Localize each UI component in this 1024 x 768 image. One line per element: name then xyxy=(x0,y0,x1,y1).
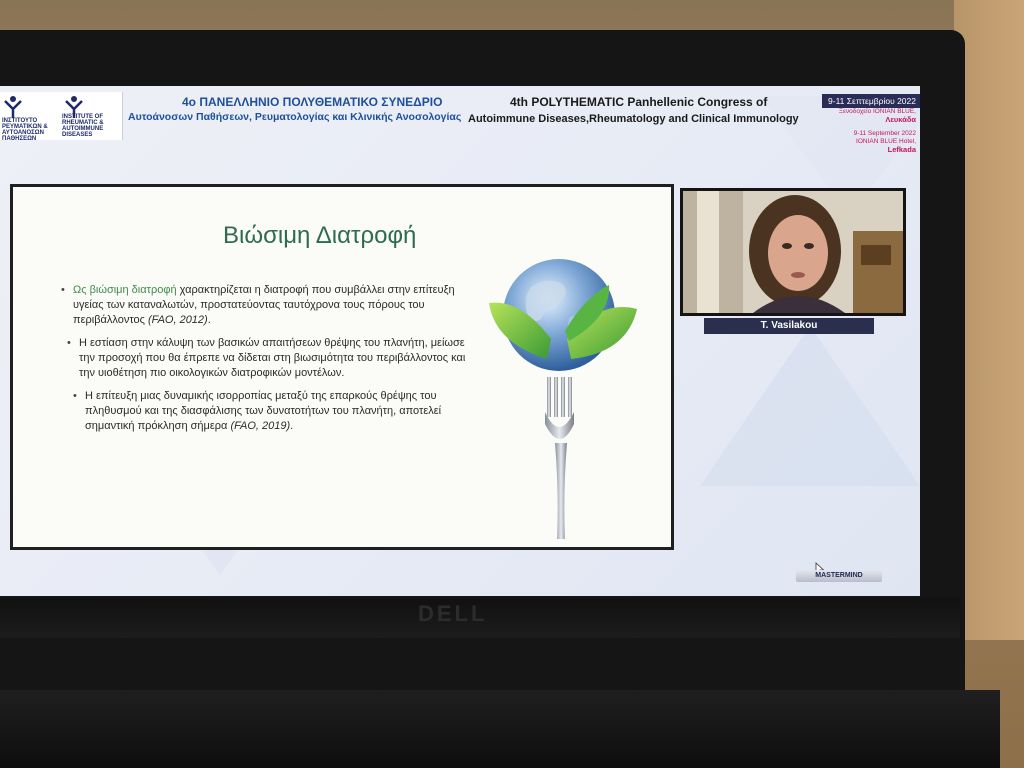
congress-subtitle-greek: Αυτοάνοσων Παθήσεων, Ρευματολογίας και Κ… xyxy=(128,111,462,123)
city-greek: Λευκάδα xyxy=(885,115,916,124)
shared-slide: Βιώσιμη Διατροφή Ως βιώσιμη διατροφή χαρ… xyxy=(10,184,674,550)
bullet-end: . xyxy=(207,314,211,326)
speaker-video-frame xyxy=(683,191,903,313)
bullet-highlight: Ως βιώσιμη διατροφή xyxy=(73,284,177,296)
slide-title: Βιώσιμη Διατροφή xyxy=(223,222,417,249)
laptop-brand-logo: DELL xyxy=(418,601,488,626)
sponsor-badge: MASTERMIND xyxy=(796,570,882,582)
bullet-item: Ως βιώσιμη διατροφή χαρακτηρίζεται η δια… xyxy=(61,283,461,328)
event-date-box: 9-11 Σεπτεμβρίου 2022 Ξενοδοχείο IONIAN … xyxy=(822,94,920,190)
city-english: Lefkada xyxy=(887,145,916,154)
laptop-keyboard xyxy=(0,690,1000,768)
participant-name-tag: T. Vasilakou xyxy=(704,318,874,334)
bullet-citation: (FAO, 2019) xyxy=(230,420,291,432)
bullet-item: Η επίτευξη μιας δυναμικής ισορροπίας μετ… xyxy=(73,389,473,434)
congress-title-english: 4th POLYTHEMATIC Panhellenic Congress of xyxy=(510,95,768,109)
bullet-end: . xyxy=(290,420,294,432)
congress-title-greek: 4ο ΠΑΝΕΛΛΗΝΙΟ ΠΟΛΥΘΕΜΑΤΙΚΟ ΣΥΝΕΔΡΙΟ xyxy=(182,95,443,109)
bg-decor-triangle xyxy=(700,326,920,486)
bullet-text: Η εστίαση στην κάλυψη των βασικών απαιτή… xyxy=(79,337,466,379)
congress-header: ΙΝΣΤΙΤΟΥΤΟ ΡΕΥΜΑΤΙΚΩΝ & ΑΥΤΟΑΝΟΣΩΝ ΠΑΘΗΣ… xyxy=(0,92,920,154)
date-greek: 9-11 Σεπτεμβρίου 2022 xyxy=(822,94,920,108)
bullet-citation: (FAO, 2012) xyxy=(148,314,208,326)
institute-logos: ΙΝΣΤΙΤΟΥΤΟ ΡΕΥΜΑΤΙΚΩΝ & ΑΥΤΟΑΝΟΣΩΝ ΠΑΘΗΣ… xyxy=(0,92,123,142)
slide-bullets: Ως βιώσιμη διατροφή χαρακτηρίζεται η δια… xyxy=(61,283,465,442)
logo-text-greek: ΙΝΣΤΙΤΟΥΤΟ ΡΕΥΜΑΤΙΚΩΝ & ΑΥΤΟΑΝΟΣΩΝ ΠΑΘΗΣ… xyxy=(2,118,48,142)
presentation-screen: ΙΝΣΤΙΤΟΥΤΟ ΡΕΥΜΑΤΙΚΩΝ & ΑΥΤΟΑΝΟΣΩΝ ΠΑΘΗΣ… xyxy=(0,86,920,596)
congress-subtitle-english: Autoimmune Diseases,Rheumatology and Cli… xyxy=(468,113,799,125)
globe-on-fork-icon xyxy=(489,259,637,539)
bullet-item: Η εστίαση στην κάλυψη των βασικών απαιτή… xyxy=(67,336,467,381)
date-english: 9-11 September 2022 xyxy=(853,130,916,137)
webcam-video-feed[interactable] xyxy=(680,188,906,316)
logo-text-english: INSTITUTE OF RHEUMATIC & AUTOIMMUNE DISE… xyxy=(62,114,104,138)
institute-logo-icon xyxy=(4,96,22,118)
